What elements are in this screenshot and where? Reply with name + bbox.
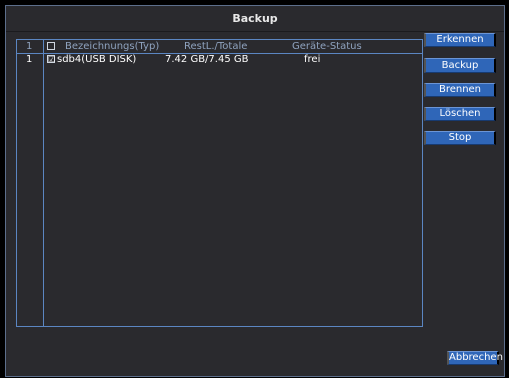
device-capacity: 7.42 GB/7.45 GB — [165, 54, 249, 65]
burn-button[interactable]: Brennen — [424, 83, 496, 97]
delete-button[interactable]: Löschen — [424, 107, 496, 121]
column-divider — [43, 40, 44, 326]
stop-button[interactable]: Stop — [424, 131, 496, 145]
backup-button[interactable]: Backup — [424, 58, 496, 73]
dialog-title: Backup — [232, 12, 278, 25]
device-list: 1 Bezeichnungs(Typ) RestL./Totale Geräte… — [16, 39, 423, 327]
header-rest: RestL./Totale — [184, 41, 248, 52]
device-name: sdb4(USB DISK) — [57, 54, 137, 65]
row-index: 1 — [26, 54, 33, 65]
header-name: Bezeichnungs(Typ) — [65, 41, 160, 52]
title-divider — [6, 31, 504, 32]
table-row[interactable]: 1 ☑ sdb4(USB DISK) 7.42 GB/7.45 GB frei — [17, 54, 422, 67]
scan-button[interactable]: Erkennen — [424, 33, 496, 47]
row-checkbox[interactable]: ☑ — [47, 55, 55, 64]
header-index: 1 — [26, 41, 33, 52]
device-status: frei — [304, 54, 321, 65]
header-status: Geräte-Status — [292, 41, 362, 52]
cancel-button[interactable]: Abbrechen — [447, 351, 503, 365]
select-all-checkbox[interactable] — [47, 42, 55, 50]
